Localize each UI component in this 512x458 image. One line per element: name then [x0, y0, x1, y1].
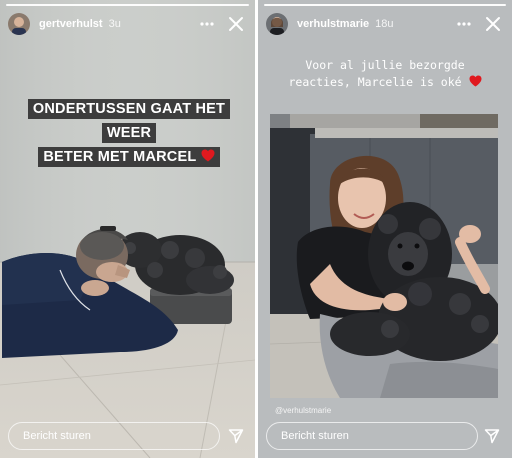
caption-line-2-wrap: reacties, Marcelie is oké [258, 74, 512, 91]
caption-line-2-text: BETER MET MARCEL [43, 149, 197, 165]
reply-placeholder: Bericht sturen [281, 430, 349, 442]
reply-input[interactable]: Bericht sturen [266, 422, 478, 450]
more-dots-icon[interactable] [195, 12, 219, 36]
heart-icon [201, 146, 215, 169]
more-dots-icon[interactable] [452, 12, 476, 36]
story-photo-woman-and-dog [270, 114, 498, 398]
username[interactable]: verhulstmarie [297, 18, 369, 30]
progress-segment [6, 4, 249, 6]
story-gertverhulst[interactable]: gertverhulst 3u ONDERTUSSEN GAAT HET WEE… [0, 0, 255, 458]
post-time: 3u [108, 18, 121, 30]
caption-line-2: BETER MET MARCEL [38, 146, 220, 169]
story-header: gertverhulst 3u [8, 12, 247, 36]
paper-plane-icon[interactable] [226, 426, 246, 446]
close-icon[interactable] [225, 13, 247, 35]
caption-line-1: ONDERTUSSEN GAAT HET WEER [27, 99, 231, 143]
story-caption: Voor al jullie bezorgde reacties, Marcel… [258, 57, 512, 91]
caption-line-2: reacties, Marcelie is oké [288, 75, 462, 89]
paper-plane-icon[interactable] [482, 426, 502, 446]
story-caption: ONDERTUSSEN GAAT HET WEER BETER MET MARC… [24, 97, 234, 169]
progress-segment [264, 4, 506, 6]
reply-input[interactable]: Bericht sturen [8, 422, 220, 450]
mention-tag[interactable]: @verhulstmarie [275, 406, 331, 415]
story-viewer: gertverhulst 3u ONDERTUSSEN GAAT HET WEE… [0, 0, 512, 458]
progress-bars [264, 4, 506, 6]
story-photo-man-and-dog [0, 0, 255, 458]
username[interactable]: gertverhulst [39, 18, 103, 30]
story-verhulstmarie[interactable]: verhulstmarie 18u Voor al jullie bezorgd… [258, 0, 512, 458]
avatar[interactable] [266, 13, 288, 35]
close-icon[interactable] [482, 13, 504, 35]
post-time: 18u [375, 18, 394, 30]
avatar[interactable] [8, 13, 30, 35]
reply-placeholder: Bericht sturen [23, 430, 91, 442]
story-header: verhulstmarie 18u [266, 12, 504, 36]
caption-line-1: Voor al jullie bezorgde [305, 58, 465, 72]
progress-bars [6, 4, 249, 6]
heart-icon [469, 75, 482, 89]
